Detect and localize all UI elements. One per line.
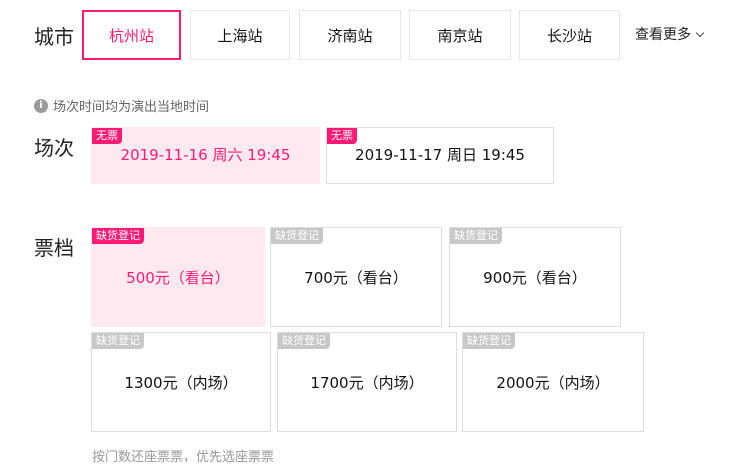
city-tab-jinan[interactable]: 济南站 [299, 10, 401, 60]
sold-out-badge: 无票 [92, 128, 122, 144]
tier-option[interactable]: 缺货登记 1700元（内场） [277, 332, 457, 432]
info-icon: i [34, 98, 48, 113]
time-note-text: 场次时间均为演出当地时间 [53, 100, 210, 115]
session-time: 2019-11-17 周日 19:45 [355, 146, 525, 164]
tier-price: 2000元（内场） [496, 373, 610, 392]
city-tab-shanghai[interactable]: 上海站 [190, 10, 290, 60]
stock-register-badge: 缺货登记 [450, 228, 502, 244]
stock-register-badge: 缺货登记 [278, 333, 330, 349]
session-option[interactable]: 无票 2019-11-16 周六 19:45 [91, 127, 320, 184]
city-tab-hangzhou[interactable]: 杭州站 [82, 10, 181, 60]
more-cities-label: 查看更多 [635, 27, 691, 43]
time-note: i 场次时间均为演出当地时间 [34, 96, 209, 115]
tier-option[interactable]: 缺货登记 900元（看台） [449, 227, 621, 327]
tier-option[interactable]: 缺货登记 700元（看台） [270, 227, 442, 327]
stock-register-badge: 缺货登记 [271, 228, 323, 244]
tier-price: 700元（看台） [304, 268, 408, 287]
tier-label: 票档 [34, 236, 74, 260]
stock-register-badge: 缺货登记 [463, 333, 515, 349]
chevron-down-icon [695, 28, 705, 37]
stock-register-badge: 缺货登记 [92, 228, 144, 244]
city-label: 城市 [34, 25, 74, 49]
tier-price: 1700元（内场） [310, 373, 424, 392]
sold-out-badge: 无票 [327, 128, 357, 144]
tier-option[interactable]: 缺货登记 500元（看台） [91, 227, 265, 327]
session-option[interactable]: 无票 2019-11-17 周日 19:45 [326, 127, 554, 184]
more-cities-button[interactable]: 查看更多 [635, 24, 705, 44]
tier-option[interactable]: 缺货登记 2000元（内场） [462, 332, 644, 432]
tier-price: 900元（看台） [483, 268, 587, 287]
tier-option[interactable]: 缺货登记 1300元（内场） [91, 332, 271, 432]
stock-register-badge: 缺货登记 [92, 333, 144, 349]
city-tab-nanjing[interactable]: 南京站 [409, 10, 511, 60]
session-time: 2019-11-16 周六 19:45 [120, 146, 291, 164]
city-tab-changsha[interactable]: 长沙站 [519, 10, 620, 60]
tier-price: 1300元（内场） [124, 373, 238, 392]
tier-price: 500元（看台） [126, 268, 230, 287]
session-label: 场次 [34, 136, 74, 160]
